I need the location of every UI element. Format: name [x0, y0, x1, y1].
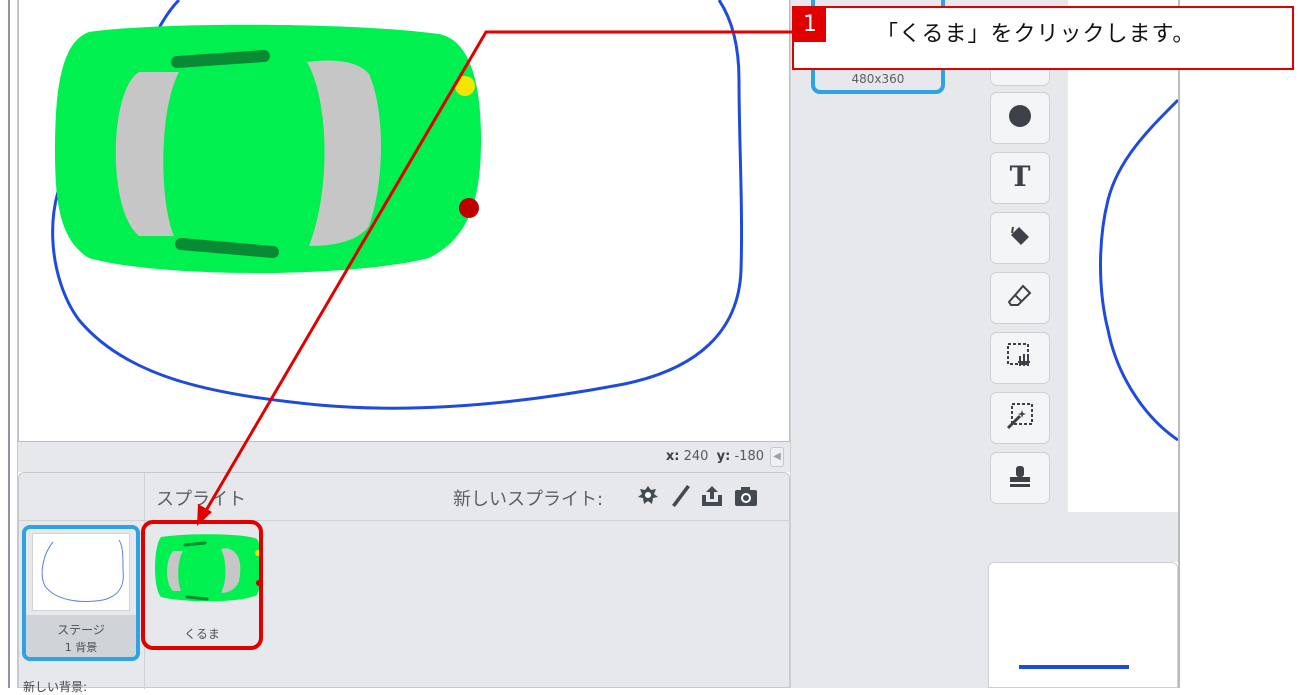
paint-editor-canvas[interactable]: [1068, 0, 1178, 512]
stage-thumbnail-label: ステージ 1 背景: [26, 615, 136, 657]
stage-name: ステージ: [57, 623, 105, 637]
canvas-drawing: [1099, 98, 1178, 442]
y-label: y:: [716, 449, 731, 464]
ellipse-tool-button[interactable]: [990, 92, 1050, 144]
new-backdrop-label: 新しい背景:: [23, 680, 88, 694]
stage-canvas[interactable]: [18, 0, 790, 442]
costume-list: 480x360: [790, 0, 980, 688]
right-margin: [1178, 0, 1300, 688]
canvas-gap: [1068, 512, 1178, 562]
stage-collapse-handle[interactable]: ◀: [770, 447, 784, 467]
costume-size: 480x360: [851, 72, 905, 86]
instruction-callout: 1 「くるま」をクリックします。: [792, 6, 1294, 70]
stage-footer: x: 240 y: -180 ◀: [18, 442, 790, 472]
stage-thumbnail-image: [32, 533, 130, 611]
step-number: 1: [794, 8, 826, 42]
line-width-selector[interactable]: [988, 562, 1178, 688]
fill-tool-button[interactable]: [990, 212, 1050, 264]
line-width-preview: [1019, 665, 1129, 669]
text-tool-button[interactable]: T: [990, 152, 1050, 204]
stamp-icon: [1007, 463, 1033, 493]
svg-text:T: T: [1010, 162, 1031, 190]
remove-background-tool-button[interactable]: [990, 392, 1050, 444]
stage-drawing: [51, 0, 744, 410]
paint-brush-icon[interactable]: [665, 481, 695, 511]
text-icon: T: [1007, 160, 1033, 194]
stage-backdrop-count: 1 背景: [64, 641, 98, 654]
new-sprite-label: 新しいスプライト:: [453, 489, 604, 510]
select-tool-button[interactable]: [990, 332, 1050, 384]
stage-thumbnail[interactable]: ステージ 1 背景: [22, 525, 140, 661]
sprite-panel: スプライト 新しいスプライト: ステージ 1 背景 くるま 新しい背景:: [18, 472, 791, 694]
fill-bucket-icon: [1007, 223, 1033, 253]
window-edge-line: [8, 0, 10, 688]
eraser-tool-button[interactable]: [990, 272, 1050, 324]
upload-icon[interactable]: [697, 481, 727, 511]
choose-sprite-icon[interactable]: [633, 481, 663, 511]
x-label: x:: [665, 449, 680, 464]
stamp-tool-button[interactable]: [990, 452, 1050, 504]
y-value: -180: [734, 449, 764, 464]
camera-icon[interactable]: [731, 481, 761, 511]
sprite-panel-title: スプライト: [156, 489, 246, 510]
select-remove-background-icon: [1006, 402, 1034, 434]
car-sprite-stage: [55, 24, 481, 274]
mouse-coordinates: x: 240 y: -180: [666, 449, 764, 464]
step-instruction: 「くるま」をクリックします。: [876, 22, 1196, 47]
ellipse-icon: [1007, 103, 1033, 133]
highlight-box: [141, 520, 263, 650]
x-value: 240: [683, 449, 709, 464]
select-icon: [1006, 342, 1034, 374]
eraser-icon: [1007, 283, 1033, 313]
